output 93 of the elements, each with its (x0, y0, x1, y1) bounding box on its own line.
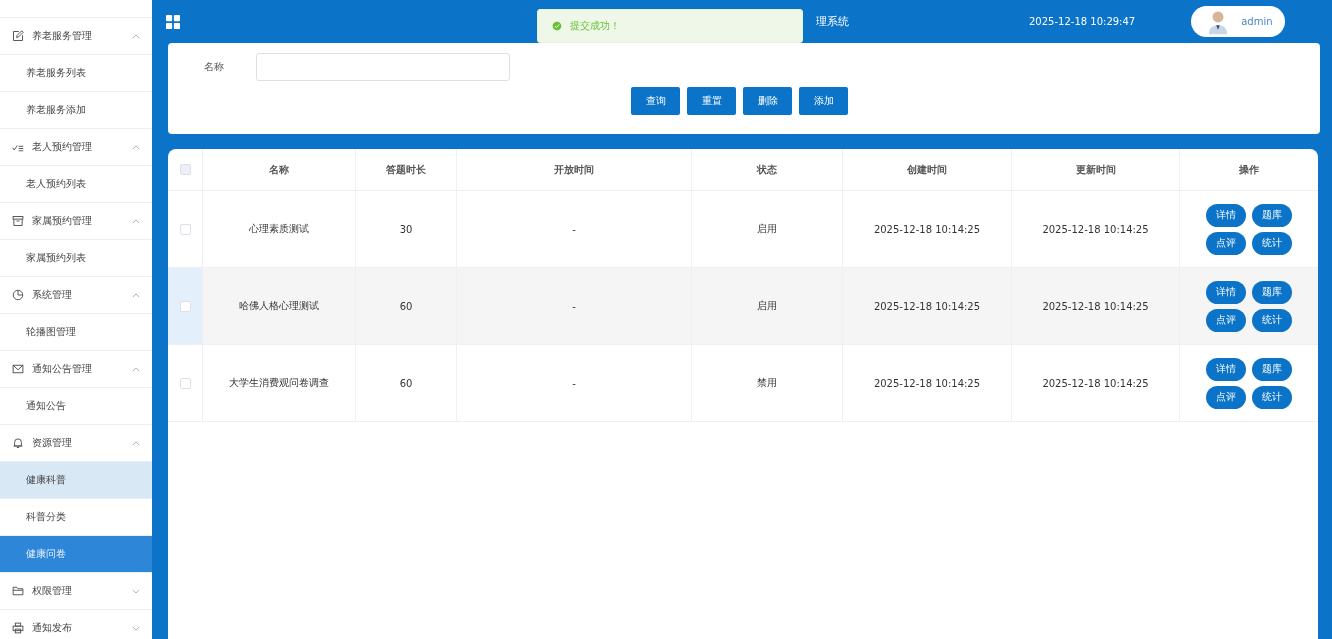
sidebar-group[interactable]: 通知公告管理 (0, 351, 152, 388)
sidebar-group-label: 系统管理 (32, 288, 73, 302)
column-header: 名称 (269, 162, 289, 177)
table-cell: 启用 (757, 222, 777, 236)
name-input-field[interactable] (256, 53, 510, 81)
sidebar-item[interactable]: 养老服务添加 (0, 92, 152, 129)
sidebar-group[interactable]: 系统管理 (0, 277, 152, 314)
sidebar-group-label: 通知发布 (32, 621, 73, 635)
table-cell: 心理素质测试 (249, 222, 309, 236)
table-cell: 2025-12-18 10:14:25 (1042, 377, 1149, 389)
avatar-icon (1207, 8, 1230, 35)
select-all-checkbox[interactable] (179, 164, 191, 175)
field-label: 名称 (203, 60, 225, 74)
sidebar-item[interactable]: 健康问卷 (0, 536, 152, 573)
user-chip[interactable]: admin (1191, 6, 1286, 37)
printer-icon (12, 622, 24, 634)
sidebar-item[interactable]: 养老服务列表 (0, 55, 152, 92)
sidebar-item[interactable]: 家属预约列表 (0, 240, 152, 277)
column-header: 更新时间 (1075, 162, 1116, 177)
table-cell: 大学生消费观问卷调查 (229, 376, 329, 390)
table-cell: 60 (399, 377, 413, 389)
table-cell: 2025-12-18 10:14:25 (873, 223, 981, 235)
row-checkbox[interactable] (179, 377, 191, 389)
row-action-button[interactable]: 详情 (1206, 357, 1246, 381)
row-action-button[interactable]: 点评 (1206, 385, 1246, 409)
check-circle-icon (552, 21, 562, 31)
chevron-up-icon (132, 366, 140, 372)
bell-icon (12, 437, 24, 449)
username: admin (1241, 16, 1273, 27)
chevron-down-icon (132, 625, 140, 631)
row-action-button[interactable]: 统计 (1252, 385, 1292, 409)
action-button[interactable]: 删除 (743, 87, 792, 115)
row-action-button[interactable]: 题库 (1252, 203, 1292, 227)
toast-message: 提交成功！ (570, 19, 620, 33)
chevron-up-icon (132, 144, 140, 150)
table-cell: 2025-12-18 10:14:25 (1042, 223, 1149, 235)
row-action-button[interactable]: 统计 (1252, 308, 1292, 332)
edit-icon (12, 30, 24, 42)
grid-menu-icon[interactable] (166, 14, 180, 29)
folder-icon (12, 585, 24, 597)
table-cell: 2025-12-18 10:14:25 (1042, 300, 1149, 312)
table-cell: 禁用 (757, 376, 777, 390)
row-action-button[interactable]: 题库 (1252, 357, 1292, 381)
column-header: 答题时长 (386, 162, 426, 177)
chevron-up-icon (132, 218, 140, 224)
row-checkbox[interactable] (179, 300, 191, 312)
action-button[interactable]: 添加 (799, 87, 848, 115)
sidebar-group-label: 权限管理 (32, 584, 73, 598)
mail-icon (12, 363, 24, 375)
sidebar-group-label: 老人预约管理 (32, 140, 93, 154)
app-title: 理系统 (816, 14, 849, 29)
sidebar-group[interactable]: 养老服务管理 (0, 18, 152, 55)
chevron-up-icon (132, 33, 140, 39)
row-action-button[interactable]: 题库 (1252, 280, 1292, 304)
chevron-down-icon (132, 588, 140, 594)
table-cell: 60 (399, 300, 413, 312)
sidebar-group[interactable]: 家属预约管理 (0, 203, 152, 240)
sidebar-item[interactable]: 轮播图管理 (0, 314, 152, 351)
action-button[interactable]: 重置 (687, 87, 736, 115)
sidebar-group[interactable]: 通知发布 (0, 610, 152, 639)
row-action-button[interactable]: 点评 (1206, 231, 1246, 255)
column-header: 状态 (757, 162, 777, 177)
column-header: 创建时间 (907, 162, 947, 177)
row-action-button[interactable]: 点评 (1206, 308, 1246, 332)
column-header: 开放时间 (554, 162, 594, 177)
pie-chart-icon (12, 289, 24, 301)
chevron-up-icon (132, 440, 140, 446)
sidebar-group-label: 通知公告管理 (32, 362, 93, 376)
sidebar-group-label: 家属预约管理 (32, 214, 93, 228)
table-cell: 2025-12-18 10:14:25 (873, 300, 981, 312)
table-cell: 30 (399, 223, 413, 235)
column-header: 操作 (1239, 162, 1259, 177)
sidebar-group-label: 资源管理 (32, 436, 73, 450)
sidebar-item[interactable]: 通知公告 (0, 388, 152, 425)
action-button[interactable]: 查询 (631, 87, 680, 115)
chevron-up-icon (132, 292, 140, 298)
sidebar-item[interactable]: 健康科普 (0, 462, 152, 499)
row-action-button[interactable]: 统计 (1252, 231, 1292, 255)
table-cell: 哈佛人格心理测试 (239, 299, 319, 313)
row-checkbox[interactable] (179, 223, 191, 235)
sidebar-group[interactable]: 权限管理 (0, 573, 152, 610)
table-cell: - (572, 300, 576, 312)
table-cell: 2025-12-18 10:14:25 (873, 377, 981, 389)
table-cell: - (572, 223, 576, 235)
archive-icon (12, 215, 24, 227)
sidebar-item[interactable]: 老人预约列表 (0, 166, 152, 203)
row-action-button[interactable]: 详情 (1206, 203, 1246, 227)
row-action-button[interactable]: 详情 (1206, 280, 1246, 304)
table-cell: - (572, 377, 576, 389)
table-cell: 启用 (757, 299, 777, 313)
sidebar-group-label: 养老服务管理 (32, 29, 93, 43)
datetime: 2025-12-18 10:29:47 (1029, 16, 1136, 27)
sidebar-group[interactable]: 老人预约管理 (0, 129, 152, 166)
